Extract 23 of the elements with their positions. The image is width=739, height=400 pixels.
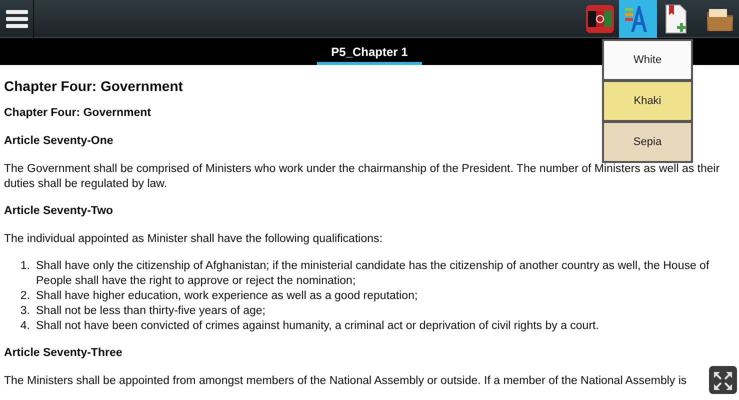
subheading: Article Seventy-Three xyxy=(4,346,122,361)
list-item: Shall not be less than thirty-five years of age; xyxy=(36,304,266,319)
list-item: Shall have only the citizenship of Afghanistan; if the ministerial candidate has the citizenship of another country as well, the House of People shall have the right to approve or reject the nomination; xyxy=(36,259,710,289)
heading: Chapter Four: Government xyxy=(4,79,183,94)
subheading: Chapter Four: Government xyxy=(4,106,151,121)
flag-icon xyxy=(584,2,616,34)
menu-item[interactable]: White xyxy=(604,41,691,79)
menu-item[interactable]: Sepia xyxy=(604,123,691,161)
list-item: Shall not have been convicted of crimes against humanity, a criminal act or deprivation of civil rights by a court. xyxy=(36,319,599,334)
fullscreen-button[interactable] xyxy=(709,366,737,394)
paragraph: The individual appointed as Minister shall have the following qualifications: xyxy=(4,232,384,247)
menu-item[interactable]: Khaki xyxy=(604,82,691,120)
paragraph: The Ministers shall be appointed from amongst members of the National Assembly or outside. If a member of the National Assembly is xyxy=(4,374,688,389)
subheading: Article Seventy-Two xyxy=(4,204,114,219)
tab[interactable]: P5_Chapter 1 xyxy=(317,38,422,65)
subheading: Article Seventy-One xyxy=(4,134,114,149)
list-marker: 4. xyxy=(19,319,30,334)
list-marker: 1. xyxy=(19,259,30,274)
list-marker: 2. xyxy=(19,289,30,304)
menu-icon xyxy=(6,9,28,30)
list-marker: 3. xyxy=(19,304,30,319)
list-item: Shall have higher education, work experience as well as a good reputation; xyxy=(36,289,418,304)
paragraph: The Government shall be comprised of Ministers who work under the chairmanship of the President. The number of Ministers as well as their duties shall be regulated by law. xyxy=(4,162,721,192)
